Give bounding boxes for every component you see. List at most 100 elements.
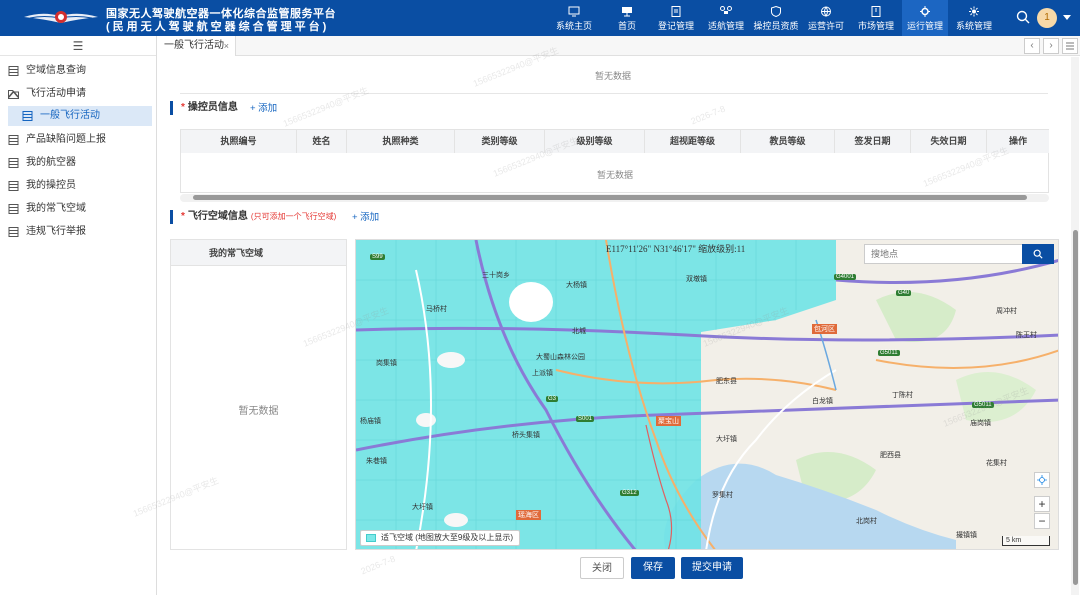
nav-airworthiness[interactable]: 适航管理 — [704, 0, 748, 36]
divider — [180, 93, 1048, 94]
tab-next-button[interactable]: › — [1043, 38, 1059, 54]
add-airspace-button[interactable]: + 添加 — [352, 211, 379, 225]
tab-menu-button[interactable] — [1062, 38, 1078, 54]
map-label: 双墩镇 — [686, 276, 707, 283]
map-label: 聚宝山 — [656, 416, 681, 426]
map-search-button[interactable] — [1022, 244, 1054, 264]
chevron-down-icon[interactable] — [1063, 15, 1071, 21]
save-button[interactable]: 保存 — [631, 557, 675, 579]
sidebar-item-general-flight[interactable]: 一般飞行活动 — [8, 106, 152, 126]
map-label: 北城 — [572, 328, 586, 335]
map-zoom-out-button[interactable]: − — [1034, 513, 1050, 529]
database-icon — [8, 158, 19, 168]
top-empty-text: 暂无数据 — [594, 71, 631, 81]
road-shield: S99 — [370, 254, 385, 260]
desktop-icon — [622, 7, 632, 17]
database-icon — [8, 227, 19, 237]
tab-close-icon[interactable]: × — [224, 36, 229, 56]
column-header: 操作 — [987, 130, 1049, 153]
map-label: 瑶海区 — [516, 510, 541, 520]
nav-operator-qualification[interactable]: 操控员资质 — [752, 0, 800, 36]
map-label: 朱巷镇 — [366, 458, 387, 465]
main-content: 暂无数据 * 操控员信息 + 添加 执照编号 姓名 执照种类 类别等级 级别等级 … — [158, 57, 1080, 595]
airspace-note: (只可添加一个飞行空域) — [250, 212, 337, 221]
nav-operation-management[interactable]: 运行管理 — [902, 0, 948, 36]
database-icon — [8, 135, 19, 145]
user-avatar[interactable]: 1 — [1037, 8, 1057, 28]
map-label: 三十岗乡 — [482, 272, 510, 279]
locate-icon — [1037, 475, 1047, 485]
section-title-text: 操控员信息 — [187, 102, 238, 113]
settings-icon — [969, 6, 979, 17]
column-header: 执照编号 — [181, 130, 297, 153]
nav-system-home[interactable]: 系统主页 — [552, 0, 596, 36]
map-label: 上派镇 — [532, 370, 553, 377]
table-scroll-thumb[interactable] — [193, 195, 1027, 200]
tab-general-flight[interactable]: 一般飞行活动 × — [158, 36, 236, 56]
road-shield: G3 — [546, 396, 559, 402]
column-header: 类别等级 — [455, 130, 545, 153]
drone-icon — [720, 6, 732, 14]
sidebar-item-label: 我的常飞空域 — [26, 203, 86, 214]
sidebar-item-label: 我的航空器 — [26, 157, 76, 168]
map-label: 白龙镇 — [812, 398, 833, 405]
nav-label: 市场管理 — [857, 21, 894, 31]
map-label: 肥西县 — [880, 452, 901, 459]
sidebar-item-my-operators[interactable]: 我的操控员 — [0, 176, 156, 196]
required-mark: * — [181, 102, 185, 113]
nav-operation-permit[interactable]: 运营许可 — [804, 0, 848, 36]
nav-registration[interactable]: 登记管理 — [654, 0, 698, 36]
airspace-section-title: * 飞行空域信息 (只可添加一个飞行空域) — [170, 210, 336, 224]
column-header: 超视距等级 — [645, 130, 741, 153]
nav-market[interactable]: 市场管理 — [854, 0, 898, 36]
map-label: 肥东县 — [716, 378, 737, 385]
road-shield: G4001 — [834, 274, 857, 280]
map-label: 庙岗镇 — [970, 420, 991, 427]
nav-home[interactable]: 首页 — [608, 0, 646, 36]
sidebar-item-label: 一般飞行活动 — [40, 110, 100, 121]
tab-prev-button[interactable]: ‹ — [1024, 38, 1040, 54]
sidebar: ☰ 空域信息查询 飞行活动申请 一般飞行活动 产品缺陷问题上报 我的航空器 我的… — [0, 36, 157, 595]
nav-label: 系统主页 — [555, 21, 592, 31]
platform-subtitle: (民用无人驾驶航空器综合管理平台) — [106, 21, 330, 33]
map-label: 大杨镇 — [566, 282, 587, 289]
map-zoom-in-button[interactable]: + — [1034, 496, 1050, 512]
legend-swatch — [366, 534, 376, 542]
sidebar-collapse-toggle[interactable]: ☰ — [0, 36, 156, 56]
section-title-text: 飞行空域信息 — [187, 211, 248, 222]
road-shield: S001 — [576, 416, 595, 422]
search-icon[interactable] — [1016, 10, 1030, 24]
map-locate-button[interactable] — [1034, 472, 1050, 488]
map-search-input[interactable] — [865, 245, 1023, 263]
sidebar-item-label: 空域信息查询 — [26, 65, 86, 76]
map-label: 包河区 — [812, 324, 837, 334]
sidebar-item-my-aircraft[interactable]: 我的航空器 — [0, 153, 156, 173]
sidebar-item-airspace-query[interactable]: 空域信息查询 — [0, 61, 156, 81]
map-label: 陈王村 — [1016, 332, 1037, 339]
map-label: 罗集村 — [712, 492, 733, 499]
sidebar-item-my-airspace[interactable]: 我的常飞空域 — [0, 199, 156, 219]
sidebar-item-flight-application[interactable]: 飞行活动申请 — [0, 84, 156, 104]
nav-label: 首页 — [617, 21, 636, 31]
map-label: 周冲村 — [996, 308, 1017, 315]
map-label: 大圩镇 — [716, 436, 737, 443]
sidebar-item-violation-report[interactable]: 违规飞行举报 — [0, 222, 156, 242]
add-operator-button[interactable]: + 添加 — [250, 102, 277, 116]
map-label: 大圩镇 — [412, 504, 433, 511]
map-label: 花集村 — [986, 460, 1007, 467]
menu-icon — [1066, 42, 1074, 50]
airspace-map[interactable]: 马桥村 三十岗乡 大杨镇 双墩镇 北城 岗集镇 大蜀山森林公园 上派镇 杨庙镇 … — [355, 239, 1059, 550]
gear-route-icon — [920, 6, 930, 17]
map-label: 杨庙镇 — [360, 418, 381, 425]
nav-system-management[interactable]: 系统管理 — [952, 0, 996, 36]
map-canvas[interactable] — [356, 240, 1059, 550]
page-scroll-thumb[interactable] — [1073, 230, 1078, 585]
search-icon — [1033, 249, 1043, 259]
column-header: 姓名 — [297, 130, 347, 153]
list-empty-text: 暂无数据 — [238, 406, 279, 417]
top-header: 国家无人驾驶航空器一体化综合监管服务平台 (民用无人驾驶航空器综合管理平台) 系… — [0, 0, 1080, 36]
sidebar-item-defect-report[interactable]: 产品缺陷问题上报 — [0, 130, 156, 150]
submit-application-button[interactable]: 提交申请 — [681, 557, 743, 579]
nav-label: 登记管理 — [657, 21, 694, 31]
close-button[interactable]: 关闭 — [580, 557, 624, 579]
